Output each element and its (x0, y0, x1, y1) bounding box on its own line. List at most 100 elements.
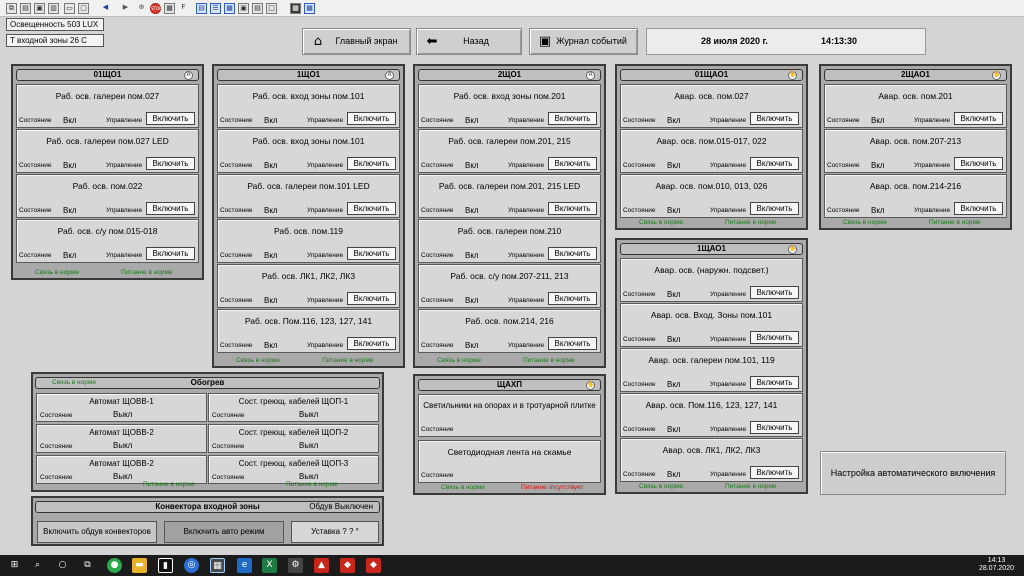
panel-row: Раб. осв. галереи пом.027 LED Состояние Вк… (16, 129, 199, 173)
panel-row: Раб. осв. с/у пом.207-211, 213 Состояние В… (418, 264, 601, 308)
grid-icon[interactable]: ▤ (252, 3, 263, 14)
panel-header: 01ЩАО1 ✋ (620, 69, 803, 81)
state-value: Вкл (667, 335, 681, 344)
enable-button[interactable]: Включить (954, 202, 1003, 215)
enable-blow-button[interactable]: Включить обдув конвекторов (37, 521, 157, 543)
home-button[interactable]: ⌂ Главный экран (302, 28, 411, 55)
setpoint-field[interactable]: Уставка ? ? ° (291, 521, 379, 543)
browser-icon[interactable]: ◎ (184, 558, 199, 573)
enable-button[interactable]: Включить (146, 112, 195, 125)
hand-icon[interactable]: ✋ (788, 71, 797, 80)
arrow-right-icon[interactable]: ▶ (120, 3, 131, 14)
app-red2-icon[interactable]: ◆ (366, 558, 381, 573)
excel-icon[interactable]: X (262, 558, 277, 573)
window-icon[interactable]: ▢ (78, 3, 89, 14)
box-icon[interactable]: □ (266, 3, 277, 14)
windows-start-icon[interactable]: ⊞ (7, 558, 22, 573)
state-value: Вкл (264, 116, 278, 125)
enable-button[interactable]: Включить (347, 247, 396, 260)
enable-button[interactable]: Включить (146, 202, 195, 215)
list-icon[interactable]: ☰ (210, 3, 221, 14)
row-title: Авар. осв. пом.207-213 (869, 136, 962, 146)
panel-row: Авар. осв. Пом.116, 123, 127, 141 Состоян… (620, 393, 803, 437)
enable-button[interactable]: Включить (548, 202, 597, 215)
control-label: Управление (106, 117, 143, 124)
folder-icon[interactable]: ▬ (132, 558, 147, 573)
terminal-icon[interactable]: ▮ (158, 558, 173, 573)
enable-button[interactable]: Включить (548, 292, 597, 305)
pdf-icon[interactable]: ▲ (314, 558, 329, 573)
clock: 14:13 28.07.2020 (978, 557, 1014, 572)
event-log-button[interactable]: ▣ Журнал событий (529, 28, 638, 55)
tool-icon[interactable]: ⚙ (288, 558, 303, 573)
auto-mode-icon[interactable]: A (385, 71, 394, 80)
enable-button[interactable]: Включить (548, 247, 597, 260)
arrow-left-icon[interactable]: ◀ (100, 3, 111, 14)
enable-auto-button[interactable]: Включить авто режим (164, 521, 284, 543)
row-title: Раб. осв. галереи пом.201, 215 LED (438, 181, 581, 191)
row-title: Авар. осв. пом.015-017, 022 (656, 136, 767, 146)
enable-button[interactable]: Включить (750, 331, 799, 344)
control-label: Управление (106, 252, 143, 259)
state-label: Состояние (212, 412, 245, 419)
monitor-icon[interactable]: ▤ (196, 3, 207, 14)
state-value: Вкл (667, 290, 681, 299)
enable-button[interactable]: Включить (548, 157, 597, 170)
panel-icon[interactable]: ▣ (238, 3, 249, 14)
app-icon[interactable]: ▦ (290, 3, 301, 14)
zoom-icon[interactable]: ⊕ (136, 3, 147, 14)
enable-button[interactable]: Включить (347, 112, 396, 125)
state-value: Вкл (63, 206, 77, 215)
enable-button[interactable]: Включить (750, 466, 799, 479)
enable-button[interactable]: Включить (750, 202, 799, 215)
auto-mode-icon[interactable]: A (184, 71, 193, 80)
hand-icon[interactable]: ✋ (788, 245, 797, 254)
app-red-icon[interactable]: ◆ (340, 558, 355, 573)
enable-button[interactable]: Включить (954, 157, 1003, 170)
auto-mode-icon[interactable]: A (586, 71, 595, 80)
enable-button[interactable]: Включить (750, 157, 799, 170)
f-icon[interactable]: F (178, 3, 189, 14)
layout-icon[interactable]: ▦ (164, 3, 175, 14)
hand-icon[interactable]: ✋ (992, 71, 1001, 80)
enable-button[interactable]: Включить (750, 112, 799, 125)
enable-button[interactable]: Включить (750, 286, 799, 299)
save-icon[interactable]: ▣ (34, 3, 45, 14)
screen-icon[interactable]: ▭ (64, 3, 75, 14)
copy-icon[interactable]: ⧉ (6, 3, 17, 14)
panel-row: Авар. осв. пом.010, 013, 026 Состояние Вкл… (620, 174, 803, 218)
enable-button[interactable]: Включить (146, 247, 195, 260)
row-title: Раб. осв. вход зоны пом.101 (252, 136, 365, 146)
enable-button[interactable]: Включить (548, 112, 597, 125)
panel-2shcho1: 2ЩО1 A Раб. осв. вход зоны пом.201 Состояни… (413, 64, 606, 368)
enable-button[interactable]: Включить (146, 157, 195, 170)
hand-icon[interactable]: ✋ (586, 381, 595, 390)
panel-header: 1ЩАО1 ✋ (620, 243, 803, 255)
enable-button[interactable]: Включить (347, 157, 396, 170)
enable-button[interactable]: Включить (750, 376, 799, 389)
stop-icon[interactable]: STOP (150, 3, 162, 14)
edge-icon[interactable]: e (237, 558, 252, 573)
enable-button[interactable]: Включить (347, 337, 396, 350)
scada-icon[interactable]: ▦ (210, 558, 225, 573)
gear-icon[interactable]: ▦ (224, 3, 235, 14)
panel-shchakhp: ЩАХП ✋ Светильники на опорах и в тротуарн… (413, 374, 606, 495)
link-status: Связь в норме (437, 357, 481, 364)
enable-button[interactable]: Включить (347, 292, 396, 305)
enable-button[interactable]: Включить (954, 112, 1003, 125)
state-value: Вкл (667, 206, 681, 215)
enable-button[interactable]: Включить (750, 421, 799, 434)
task-view-icon[interactable]: ⧉ (80, 558, 95, 573)
power-status: Питание в норме (725, 219, 777, 226)
enable-button[interactable]: Включить (347, 202, 396, 215)
search-icon[interactable]: ⌕ (30, 558, 45, 573)
print-icon[interactable]: ▥ (48, 3, 59, 14)
app2-icon[interactable]: ▦ (304, 3, 315, 14)
enable-button[interactable]: Включить (548, 337, 597, 350)
auto-setup-button[interactable]: Настройка автоматического включения (820, 451, 1006, 495)
paste-icon[interactable]: ▤ (20, 3, 31, 14)
cortana-icon[interactable]: ○ (55, 558, 70, 573)
state-label: Состояние (421, 252, 454, 259)
chrome-icon[interactable]: ● (107, 558, 122, 573)
back-button[interactable]: ⬅ Назад (416, 28, 522, 55)
